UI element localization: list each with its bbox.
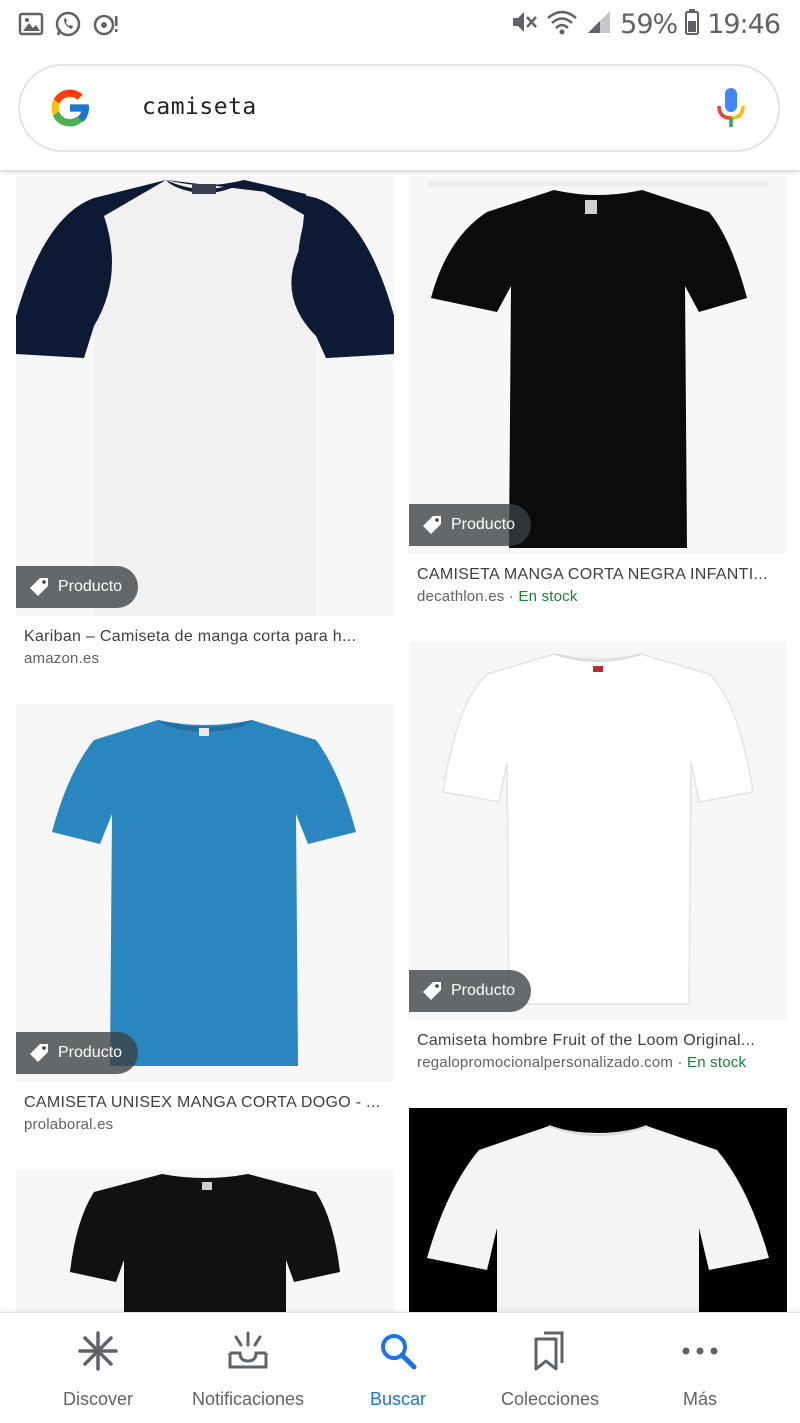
result-card[interactable]: Producto Kariban – Camiseta de manga cor… [16,176,394,667]
nav-label: Buscar [369,1389,427,1409]
battery-percent: 59% [620,9,678,40]
nav-more[interactable]: Más [620,1327,780,1410]
badge-label: Producto [58,578,123,595]
sync-icon [92,11,120,42]
search-query[interactable]: camiseta [142,94,257,120]
result-image[interactable] [16,1170,394,1312]
signal-icon [586,9,612,40]
product-badge: Producto [409,504,532,546]
result-title[interactable]: Kariban – Camiseta de manga corta para h… [24,628,386,646]
gallery-icon [18,12,44,41]
discover-icon [18,1327,178,1375]
stock-status: En stock [687,1054,747,1071]
google-g-icon [46,84,94,137]
result-card[interactable]: Producto CAMISETA MANGA CORTA NEGRA INFA… [409,176,787,605]
product-badge: Producto [409,970,532,1012]
result-image[interactable]: Producto [16,176,394,616]
nav-collections[interactable]: Colecciones [470,1327,630,1410]
product-badge: Producto [16,566,139,608]
badge-label: Producto [451,516,516,533]
badge-label: Producto [451,982,516,999]
source-domain: amazon.es [24,650,100,667]
mute-icon [510,8,538,41]
result-image[interactable]: Producto [409,176,787,554]
stock-status: En stock [518,588,578,605]
result-source: amazon.es [24,650,386,667]
nav-label: Colecciones [500,1389,600,1409]
bottom-navigation: Discover Notificaciones Buscar Coleccion… [0,1312,800,1423]
source-domain: regalopromocionalpersonalizado.com [417,1054,674,1071]
search-box[interactable]: camiseta [18,64,780,152]
tag-icon [28,1042,50,1064]
whatsapp-icon [54,10,82,43]
nav-label: Más [682,1389,717,1409]
source-domain: decathlon.es [417,588,505,605]
result-source: prolaboral.es [24,1116,386,1133]
clock: 19:46 [707,9,781,40]
result-card[interactable] [409,1108,787,1312]
nav-search[interactable]: Buscar [318,1327,478,1410]
search-icon [318,1327,478,1375]
status-bar: 59% 19:46 [0,0,800,48]
separator-dot: · [673,1054,688,1071]
tag-icon [28,576,50,598]
nav-label: Discover [62,1389,133,1409]
result-card[interactable]: Producto CAMISETA UNISEX MANGA CORTA DOG… [16,704,394,1133]
result-card[interactable] [16,1170,394,1312]
nav-discover[interactable]: Discover [18,1327,178,1410]
notifications-icon [168,1327,328,1375]
mic-icon[interactable] [714,86,748,135]
wifi-icon [546,8,578,41]
result-title[interactable]: CAMISETA UNISEX MANGA CORTA DOGO - ... [24,1094,386,1112]
badge-label: Producto [58,1044,123,1061]
product-badge: Producto [16,1032,139,1074]
nav-label: Notificaciones [191,1389,305,1409]
result-title[interactable]: CAMISETA MANGA CORTA NEGRA INFANTI... [417,566,779,584]
result-card[interactable]: Producto Camiseta hombre Fruit of the Lo… [409,642,787,1071]
result-title[interactable]: Camiseta hombre Fruit of the Loom Origin… [417,1032,779,1050]
result-source: decathlon.es · En stock [417,588,779,605]
result-image[interactable]: Producto [409,642,787,1020]
nav-notifications[interactable]: Notificaciones [168,1327,328,1410]
separator-dot: · [504,588,519,605]
result-image[interactable] [409,1108,787,1312]
tag-icon [421,514,443,536]
more-icon [620,1327,780,1375]
image-results-grid: Producto Kariban – Camiseta de manga cor… [0,170,800,1312]
result-image[interactable]: Producto [16,704,394,1082]
battery-icon [685,9,700,40]
collections-icon [470,1327,630,1375]
source-domain: prolaboral.es [24,1116,114,1133]
search-header: camiseta [0,48,800,170]
tag-icon [421,980,443,1002]
result-source: regalopromocionalpersonalizado.com · En … [417,1054,779,1071]
